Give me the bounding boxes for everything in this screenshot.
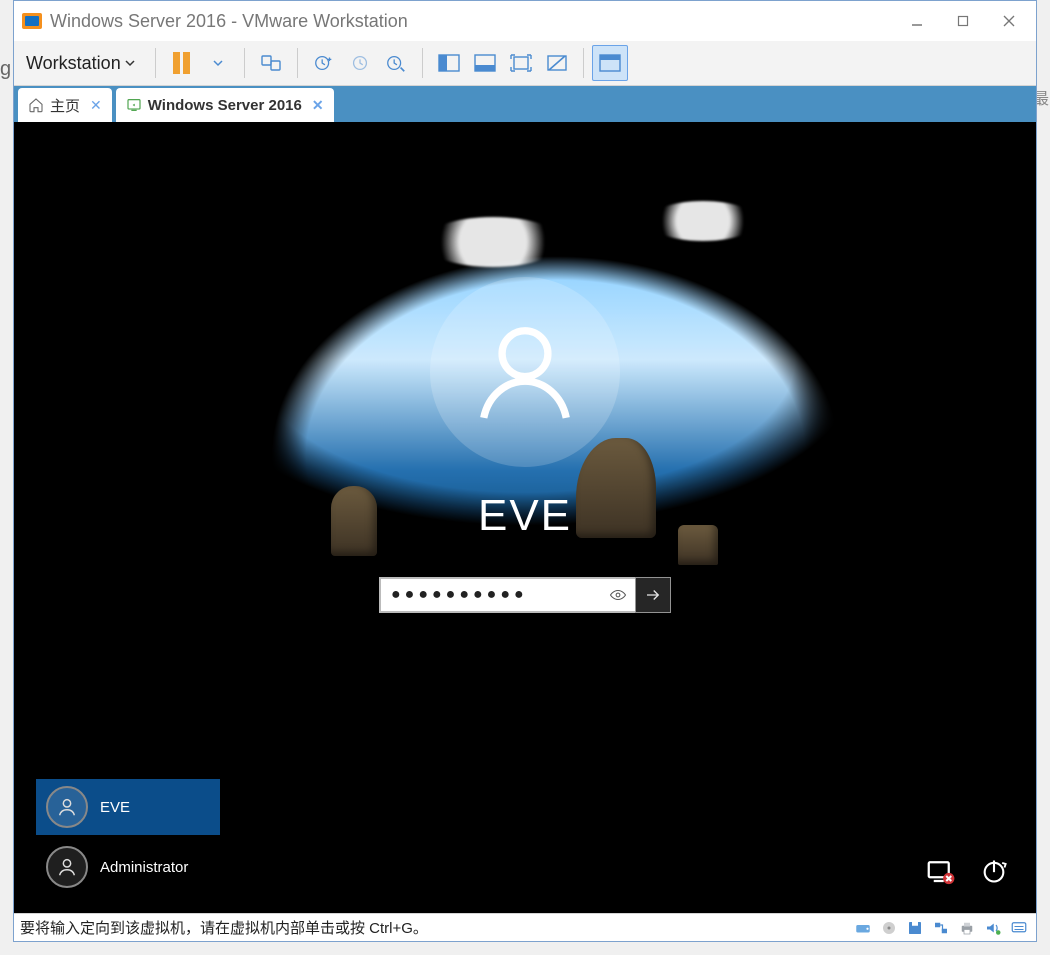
printer-icon[interactable] xyxy=(956,917,978,939)
password-input[interactable] xyxy=(379,577,635,613)
expand-corners-icon xyxy=(510,54,532,72)
floppy-icon[interactable] xyxy=(904,917,926,939)
tab-home[interactable]: 主页 ✕ xyxy=(18,88,112,122)
user-icon xyxy=(56,796,78,818)
separator xyxy=(422,48,423,78)
home-icon xyxy=(28,97,44,113)
titlebar: Windows Server 2016 - VMware Workstation xyxy=(14,1,1036,41)
screen-slash-icon xyxy=(546,54,568,72)
chevron-down-icon xyxy=(213,58,223,68)
workstation-menu-label: Workstation xyxy=(26,53,121,74)
view-show-console-button[interactable] xyxy=(431,45,467,81)
separator xyxy=(583,48,584,78)
password-submit-button[interactable] xyxy=(635,577,671,613)
tab-vm[interactable]: Windows Server 2016 ✕ xyxy=(116,88,334,122)
account-avatar xyxy=(46,786,88,828)
separator xyxy=(155,48,156,78)
vmware-app-icon xyxy=(20,9,44,33)
vm-icon xyxy=(126,97,142,113)
network-disconnected-icon xyxy=(925,856,955,886)
view-fullscreen-button[interactable] xyxy=(467,45,503,81)
sound-icon[interactable] xyxy=(982,917,1004,939)
statusbar-hint: 要将输入定向到该虚拟机，请在虚拟机内部单击或按 Ctrl+G。 xyxy=(20,917,428,938)
power-menu-button[interactable] xyxy=(200,45,236,81)
pause-vm-button[interactable] xyxy=(164,45,200,81)
login-avatar xyxy=(430,277,620,467)
tab-vm-close[interactable]: ✕ xyxy=(312,97,324,114)
account-avatar xyxy=(46,846,88,888)
background-char-left: g xyxy=(0,58,11,81)
pause-icon xyxy=(173,52,190,74)
statusbar: 要将输入定向到该虚拟机，请在虚拟机内部单击或按 Ctrl+G。 xyxy=(14,913,1036,941)
main-toolbar: Workstation xyxy=(14,41,1036,85)
device-status-icons xyxy=(852,917,1030,939)
clock-plus-icon xyxy=(313,52,335,74)
power-options-button[interactable] xyxy=(976,853,1012,889)
network-adapter-icon[interactable] xyxy=(930,917,952,939)
view-unity-button[interactable] xyxy=(503,45,539,81)
separator xyxy=(297,48,298,78)
tab-home-close[interactable]: ✕ xyxy=(90,97,102,114)
message-icon[interactable] xyxy=(1008,917,1030,939)
account-name: EVE xyxy=(100,799,130,816)
snapshot-take-button[interactable] xyxy=(306,45,342,81)
clock-back-icon xyxy=(349,52,371,74)
cd-icon[interactable] xyxy=(878,917,900,939)
close-button[interactable] xyxy=(986,1,1032,41)
maximize-button[interactable] xyxy=(940,1,986,41)
window-title: Windows Server 2016 - VMware Workstation xyxy=(50,11,894,32)
user-icon xyxy=(56,856,78,878)
chevron-down-icon xyxy=(125,58,135,68)
user-icon xyxy=(470,317,580,427)
password-reveal-button[interactable] xyxy=(607,584,629,606)
workstation-menu[interactable]: Workstation xyxy=(18,49,143,78)
console-icon xyxy=(599,54,621,72)
view-console-button[interactable] xyxy=(592,45,628,81)
snapshot-manager-button[interactable] xyxy=(378,45,414,81)
account-tile-administrator[interactable]: Administrator xyxy=(36,839,220,895)
separator xyxy=(244,48,245,78)
arrow-right-icon xyxy=(644,586,662,604)
snapshot-revert-button[interactable] xyxy=(342,45,378,81)
clock-wrench-icon xyxy=(385,52,407,74)
split-left-icon xyxy=(438,54,460,72)
tab-vm-label: Windows Server 2016 xyxy=(148,97,302,114)
keys-icon xyxy=(259,51,283,75)
harddisk-icon[interactable] xyxy=(852,917,874,939)
tab-bar: 主页 ✕ Windows Server 2016 ✕ xyxy=(14,86,1036,122)
vm-viewport[interactable]: EVE EVE xyxy=(14,122,1036,913)
minimize-button[interactable] xyxy=(894,1,940,41)
tab-home-label: 主页 xyxy=(50,95,80,116)
send-ctrl-alt-del-button[interactable] xyxy=(253,45,289,81)
password-wrap xyxy=(379,577,635,613)
eye-icon xyxy=(609,586,627,604)
toolbar-area: Workstation xyxy=(14,41,1036,86)
view-stretch-button[interactable] xyxy=(539,45,575,81)
power-icon xyxy=(980,857,1008,885)
login-username: EVE xyxy=(478,491,572,541)
screen-bottom-icon xyxy=(474,54,496,72)
password-row xyxy=(379,577,671,613)
network-button[interactable] xyxy=(922,853,958,889)
login-utility-icons xyxy=(922,853,1012,889)
vmware-window: Windows Server 2016 - VMware Workstation… xyxy=(13,0,1037,942)
account-name: Administrator xyxy=(100,859,188,876)
account-list: EVE Administrator xyxy=(36,779,220,895)
account-tile-eve[interactable]: EVE xyxy=(36,779,220,835)
